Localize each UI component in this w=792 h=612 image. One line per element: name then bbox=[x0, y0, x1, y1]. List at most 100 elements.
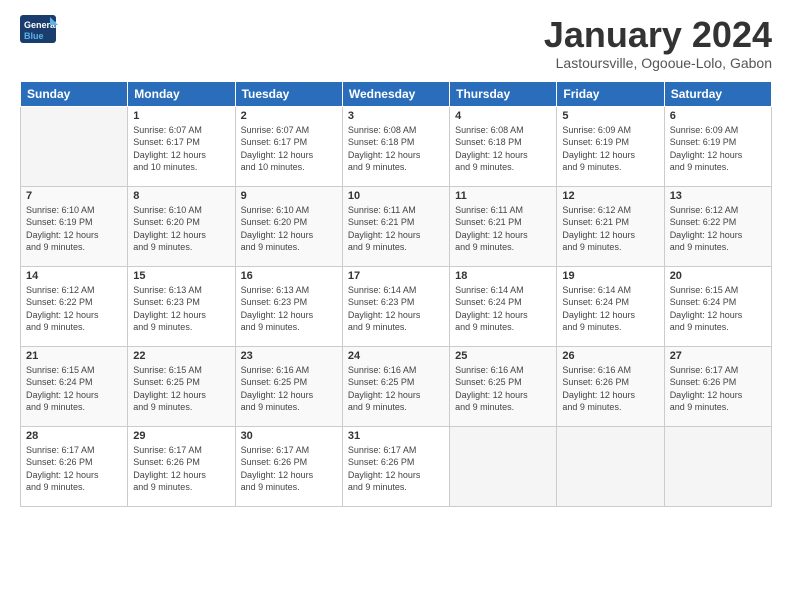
col-sunday: Sunday bbox=[21, 81, 128, 106]
table-row: 9 Sunrise: 6:10 AMSunset: 6:20 PMDaylight… bbox=[235, 186, 342, 266]
day-info: Sunrise: 6:15 AMSunset: 6:24 PMDaylight:… bbox=[26, 364, 122, 414]
day-number: 13 bbox=[670, 190, 766, 202]
day-info: Sunrise: 6:15 AMSunset: 6:24 PMDaylight:… bbox=[670, 284, 766, 334]
day-info: Sunrise: 6:11 AMSunset: 6:21 PMDaylight:… bbox=[348, 204, 444, 254]
table-row: 15 Sunrise: 6:13 AMSunset: 6:23 PMDayligh… bbox=[128, 266, 235, 346]
day-info: Sunrise: 6:10 AMSunset: 6:20 PMDaylight:… bbox=[241, 204, 337, 254]
table-row: 3 Sunrise: 6:08 AMSunset: 6:18 PMDaylight… bbox=[342, 106, 449, 186]
day-info: Sunrise: 6:17 AMSunset: 6:26 PMDaylight:… bbox=[133, 444, 229, 494]
day-number: 7 bbox=[26, 190, 122, 202]
day-info: Sunrise: 6:07 AMSunset: 6:17 PMDaylight:… bbox=[133, 124, 229, 174]
day-number: 2 bbox=[241, 110, 337, 122]
day-info: Sunrise: 6:13 AMSunset: 6:23 PMDaylight:… bbox=[133, 284, 229, 334]
calendar-week-1: 1Sunrise: 6:07 AMSunset: 6:17 PMDaylight… bbox=[21, 106, 772, 186]
day-number: 28 bbox=[26, 430, 122, 442]
month-title: January 2024 bbox=[544, 15, 772, 55]
table-row: 4 Sunrise: 6:08 AMSunset: 6:18 PMDaylight… bbox=[450, 106, 557, 186]
day-number: 10 bbox=[348, 190, 444, 202]
day-number: 14 bbox=[26, 270, 122, 282]
day-number: 11 bbox=[455, 190, 551, 202]
table-row: 21 Sunrise: 6:15 AMSunset: 6:24 PMDayligh… bbox=[21, 346, 128, 426]
table-row: 5 Sunrise: 6:09 AMSunset: 6:19 PMDaylight… bbox=[557, 106, 664, 186]
day-number: 26 bbox=[562, 350, 658, 362]
table-row: 30 Sunrise: 6:17 AMSunset: 6:26 PMDayligh… bbox=[235, 426, 342, 506]
table-row: 22 Sunrise: 6:15 AMSunset: 6:25 PMDayligh… bbox=[128, 346, 235, 426]
day-number: 4 bbox=[455, 110, 551, 122]
col-saturday: Saturday bbox=[664, 81, 771, 106]
day-number: 3 bbox=[348, 110, 444, 122]
day-info: Sunrise: 6:17 AMSunset: 6:26 PMDaylight:… bbox=[26, 444, 122, 494]
col-wednesday: Wednesday bbox=[342, 81, 449, 106]
table-row bbox=[557, 426, 664, 506]
day-info: Sunrise: 6:16 AMSunset: 6:26 PMDaylight:… bbox=[562, 364, 658, 414]
header-row: Sunday Monday Tuesday Wednesday Thursday… bbox=[21, 81, 772, 106]
table-row: 2 Sunrise: 6:07 AMSunset: 6:17 PMDaylight… bbox=[235, 106, 342, 186]
day-info: Sunrise: 6:15 AMSunset: 6:25 PMDaylight:… bbox=[133, 364, 229, 414]
day-number: 27 bbox=[670, 350, 766, 362]
table-row: 1Sunrise: 6:07 AMSunset: 6:17 PMDaylight… bbox=[128, 106, 235, 186]
day-number: 19 bbox=[562, 270, 658, 282]
table-row: 10 Sunrise: 6:11 AMSunset: 6:21 PMDayligh… bbox=[342, 186, 449, 266]
calendar-table: Sunday Monday Tuesday Wednesday Thursday… bbox=[20, 81, 772, 507]
table-row: 7 Sunrise: 6:10 AMSunset: 6:19 PMDaylight… bbox=[21, 186, 128, 266]
table-row: 11 Sunrise: 6:11 AMSunset: 6:21 PMDayligh… bbox=[450, 186, 557, 266]
day-info: Sunrise: 6:12 AMSunset: 6:22 PMDaylight:… bbox=[26, 284, 122, 334]
table-row: 25Sunrise: 6:16 AMSunset: 6:25 PMDayligh… bbox=[450, 346, 557, 426]
table-row bbox=[450, 426, 557, 506]
day-info: Sunrise: 6:09 AMSunset: 6:19 PMDaylight:… bbox=[670, 124, 766, 174]
day-number: 16 bbox=[241, 270, 337, 282]
table-row: 18 Sunrise: 6:14 AMSunset: 6:24 PMDayligh… bbox=[450, 266, 557, 346]
day-info: Sunrise: 6:07 AMSunset: 6:17 PMDaylight:… bbox=[241, 124, 337, 174]
table-row: 31 Sunrise: 6:17 AMSunset: 6:26 PMDayligh… bbox=[342, 426, 449, 506]
day-info: Sunrise: 6:17 AMSunset: 6:26 PMDaylight:… bbox=[241, 444, 337, 494]
day-number: 22 bbox=[133, 350, 229, 362]
day-number: 8 bbox=[133, 190, 229, 202]
day-info: Sunrise: 6:17 AMSunset: 6:26 PMDaylight:… bbox=[670, 364, 766, 414]
day-number: 15 bbox=[133, 270, 229, 282]
day-number: 6 bbox=[670, 110, 766, 122]
table-row bbox=[664, 426, 771, 506]
table-row: 26 Sunrise: 6:16 AMSunset: 6:26 PMDayligh… bbox=[557, 346, 664, 426]
logo: General Blue bbox=[20, 15, 58, 45]
day-number: 24 bbox=[348, 350, 444, 362]
table-row: 20 Sunrise: 6:15 AMSunset: 6:24 PMDayligh… bbox=[664, 266, 771, 346]
logo-icon: General Blue bbox=[20, 15, 58, 45]
day-info: Sunrise: 6:08 AMSunset: 6:18 PMDaylight:… bbox=[348, 124, 444, 174]
day-info: Sunrise: 6:16 AMSunset: 6:25 PMDaylight:… bbox=[348, 364, 444, 414]
day-number: 25 bbox=[455, 350, 551, 362]
table-row: 14 Sunrise: 6:12 AMSunset: 6:22 PMDayligh… bbox=[21, 266, 128, 346]
table-row: 24 Sunrise: 6:16 AMSunset: 6:25 PMDayligh… bbox=[342, 346, 449, 426]
day-info: Sunrise: 6:17 AMSunset: 6:26 PMDaylight:… bbox=[348, 444, 444, 494]
calendar-week-2: 7 Sunrise: 6:10 AMSunset: 6:19 PMDaylight… bbox=[21, 186, 772, 266]
table-row: 23Sunrise: 6:16 AMSunset: 6:25 PMDayligh… bbox=[235, 346, 342, 426]
day-info: Sunrise: 6:10 AMSunset: 6:19 PMDaylight:… bbox=[26, 204, 122, 254]
table-row: 28 Sunrise: 6:17 AMSunset: 6:26 PMDayligh… bbox=[21, 426, 128, 506]
day-number: 31 bbox=[348, 430, 444, 442]
day-info: Sunrise: 6:14 AMSunset: 6:24 PMDaylight:… bbox=[455, 284, 551, 334]
day-number: 5 bbox=[562, 110, 658, 122]
day-number: 18 bbox=[455, 270, 551, 282]
day-number: 21 bbox=[26, 350, 122, 362]
day-info: Sunrise: 6:09 AMSunset: 6:19 PMDaylight:… bbox=[562, 124, 658, 174]
subtitle: Lastoursville, Ogooue-Lolo, Gabon bbox=[544, 55, 772, 71]
day-info: Sunrise: 6:14 AMSunset: 6:24 PMDaylight:… bbox=[562, 284, 658, 334]
calendar-week-3: 14 Sunrise: 6:12 AMSunset: 6:22 PMDayligh… bbox=[21, 266, 772, 346]
day-info: Sunrise: 6:11 AMSunset: 6:21 PMDaylight:… bbox=[455, 204, 551, 254]
day-info: Sunrise: 6:12 AMSunset: 6:22 PMDaylight:… bbox=[670, 204, 766, 254]
day-info: Sunrise: 6:08 AMSunset: 6:18 PMDaylight:… bbox=[455, 124, 551, 174]
table-row: 16 Sunrise: 6:13 AMSunset: 6:23 PMDayligh… bbox=[235, 266, 342, 346]
table-row: 13 Sunrise: 6:12 AMSunset: 6:22 PMDayligh… bbox=[664, 186, 771, 266]
table-row: 29Sunrise: 6:17 AMSunset: 6:26 PMDayligh… bbox=[128, 426, 235, 506]
calendar-week-4: 21 Sunrise: 6:15 AMSunset: 6:24 PMDayligh… bbox=[21, 346, 772, 426]
title-section: January 2024 Lastoursville, Ogooue-Lolo,… bbox=[544, 15, 772, 71]
col-tuesday: Tuesday bbox=[235, 81, 342, 106]
svg-text:Blue: Blue bbox=[24, 31, 44, 41]
day-info: Sunrise: 6:10 AMSunset: 6:20 PMDaylight:… bbox=[133, 204, 229, 254]
header: General Blue January 2024 Lastoursville,… bbox=[20, 15, 772, 71]
day-info: Sunrise: 6:13 AMSunset: 6:23 PMDaylight:… bbox=[241, 284, 337, 334]
day-number: 17 bbox=[348, 270, 444, 282]
day-number: 20 bbox=[670, 270, 766, 282]
day-number: 30 bbox=[241, 430, 337, 442]
day-number: 9 bbox=[241, 190, 337, 202]
table-row: 12Sunrise: 6:12 AMSunset: 6:21 PMDayligh… bbox=[557, 186, 664, 266]
